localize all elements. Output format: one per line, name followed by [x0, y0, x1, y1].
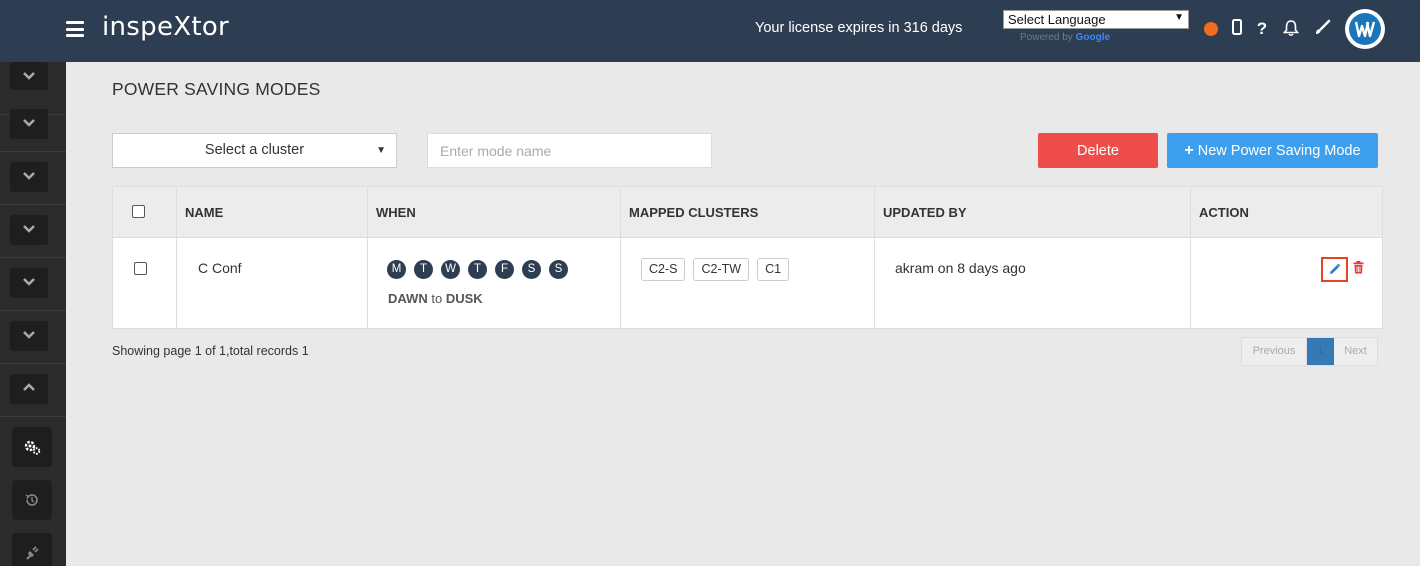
- plug-icon[interactable]: [12, 533, 52, 566]
- mobile-icon[interactable]: [1227, 19, 1247, 39]
- sidebar-item-4[interactable]: [0, 205, 66, 258]
- avatar[interactable]: [1345, 9, 1385, 49]
- table-header: NAME WHEN MAPPED CLUSTERS UPDATED BY ACT…: [113, 187, 1382, 238]
- chevron-down-icon[interactable]: [10, 62, 48, 90]
- day-badge: F: [495, 260, 514, 279]
- chevron-down-icon[interactable]: [10, 268, 48, 298]
- column-header-name[interactable]: NAME: [177, 187, 223, 238]
- powered-by-google: Powered by Google: [1020, 32, 1111, 43]
- bell-icon[interactable]: [1281, 19, 1301, 39]
- chevron-down-icon[interactable]: [10, 321, 48, 351]
- edit-pencil-icon[interactable]: [1321, 257, 1348, 282]
- delete-trash-icon[interactable]: [1353, 261, 1364, 279]
- day-badge: T: [468, 260, 487, 279]
- column-divider: [620, 187, 621, 328]
- column-header-updated-by[interactable]: UPDATED BY: [875, 187, 967, 238]
- cluster-tag: C2-TW: [693, 258, 750, 281]
- plus-icon: +: [1184, 141, 1194, 159]
- row-updated-by: akram on 8 days ago: [895, 260, 1026, 276]
- gears-icon[interactable]: [12, 427, 52, 467]
- hamburger-menu-icon[interactable]: [66, 21, 84, 37]
- page-title: POWER SAVING MODES: [112, 79, 321, 99]
- cluster-tag: C1: [757, 258, 790, 281]
- chevron-down-icon[interactable]: [10, 162, 48, 192]
- mapped-cluster-tags: C2-S C2-TW C1: [641, 258, 790, 281]
- brush-icon[interactable]: [1312, 19, 1332, 39]
- column-header-action: ACTION: [1199, 205, 1249, 220]
- select-all-checkbox[interactable]: [132, 205, 145, 218]
- language-widget: Select Language ▼ Powered by Google: [1003, 10, 1189, 43]
- caret-down-icon: ▼: [376, 145, 386, 156]
- previous-page-button[interactable]: Previous: [1242, 338, 1307, 365]
- language-select[interactable]: Select Language ▼: [1003, 10, 1189, 29]
- delete-button[interactable]: Delete: [1038, 133, 1158, 168]
- sidebar: [0, 62, 66, 566]
- day-badge: S: [522, 260, 541, 279]
- chevron-down-icon[interactable]: [10, 215, 48, 245]
- column-header-when[interactable]: WHEN: [368, 187, 416, 238]
- sidebar-item-5[interactable]: [0, 258, 66, 311]
- day-badge: M: [387, 260, 406, 279]
- column-divider: [1190, 187, 1191, 328]
- status-dot-icon[interactable]: [1204, 22, 1218, 36]
- column-divider: [176, 187, 177, 328]
- top-bar: inspeXtor Your license expires in 316 da…: [0, 0, 1420, 62]
- sidebar-item-3[interactable]: [0, 152, 66, 205]
- new-power-saving-mode-button[interactable]: + New Power Saving Mode: [1167, 133, 1378, 168]
- day-badge: W: [441, 260, 460, 279]
- day-badge: T: [414, 260, 433, 279]
- brand-logo[interactable]: inspeXtor: [102, 12, 229, 42]
- column-divider: [367, 187, 368, 328]
- next-page-button[interactable]: Next: [1334, 338, 1377, 365]
- sidebar-item-6[interactable]: [0, 311, 66, 364]
- chevron-up-icon[interactable]: [10, 374, 48, 404]
- column-header-mapped-clusters[interactable]: MAPPED CLUSTERS: [621, 187, 758, 238]
- row-name: C Conf: [198, 260, 242, 276]
- cluster-select[interactable]: Select a cluster ▼: [112, 133, 397, 168]
- power-saving-table: NAME WHEN MAPPED CLUSTERS UPDATED BY ACT…: [112, 186, 1383, 329]
- page-number-button[interactable]: 1: [1307, 338, 1334, 365]
- sidebar-item-2[interactable]: [0, 99, 66, 152]
- weekday-badges: M T W T F S S: [387, 260, 568, 279]
- row-checkbox[interactable]: [134, 262, 147, 275]
- pagination-info: Showing page 1 of 1,total records 1: [112, 344, 309, 358]
- history-icon[interactable]: [12, 480, 52, 520]
- chevron-down-icon[interactable]: [10, 109, 48, 139]
- column-divider: [874, 187, 875, 328]
- license-text: Your license expires in 316 days: [755, 20, 963, 36]
- mode-name-input[interactable]: [427, 133, 712, 168]
- cluster-tag: C2-S: [641, 258, 686, 281]
- sidebar-item-7[interactable]: [0, 364, 66, 417]
- when-range: DAWN to DUSK: [388, 291, 483, 306]
- day-badge: S: [549, 260, 568, 279]
- help-icon[interactable]: ?: [1252, 19, 1272, 39]
- pagination: Previous 1 Next: [1241, 337, 1378, 366]
